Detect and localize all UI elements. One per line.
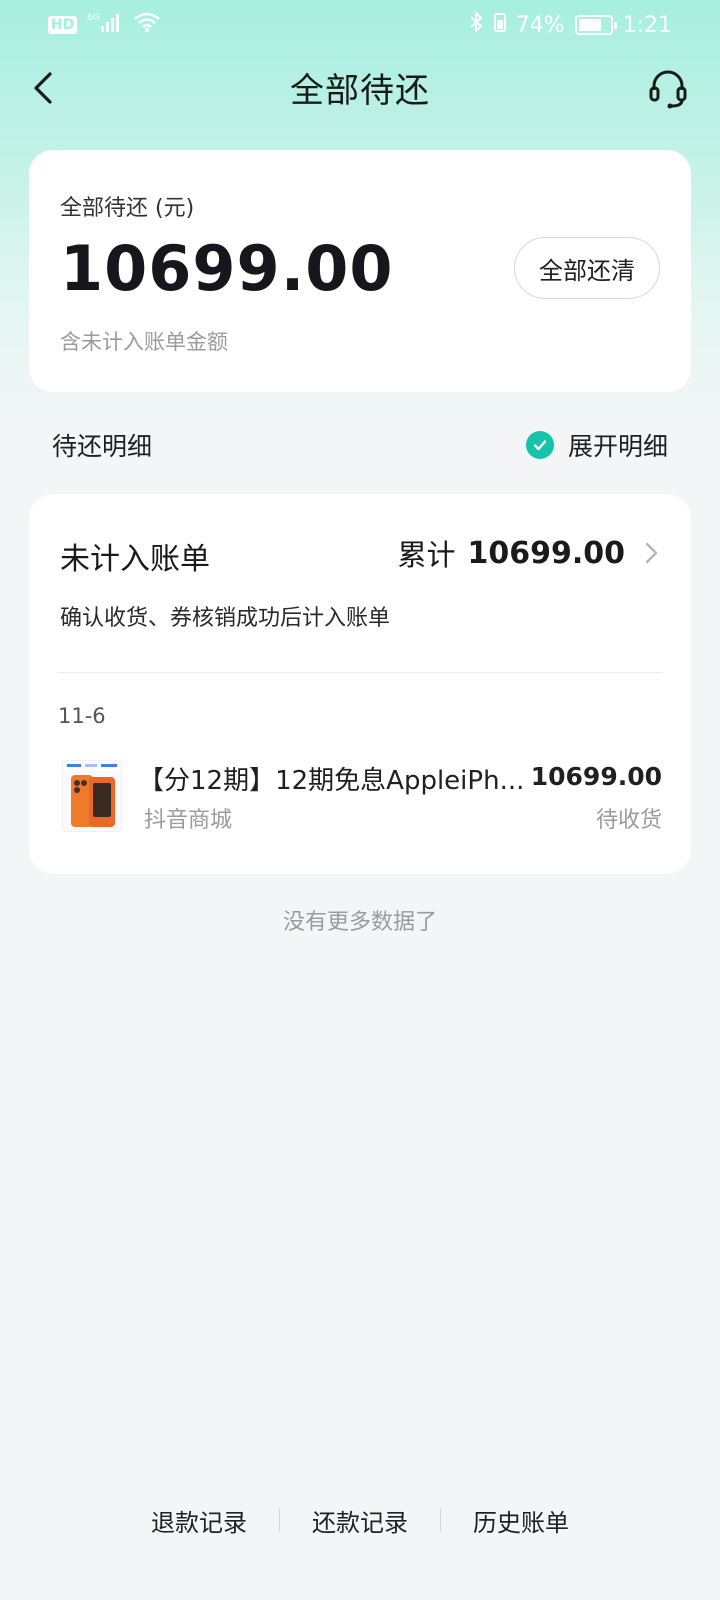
item-status: 待收货 [595, 808, 662, 833]
headset-icon [649, 70, 687, 109]
svg-text:6G: 6G [87, 13, 100, 23]
summary-label: 全部待还 (元) [60, 196, 195, 221]
unbilled-total-value: 10699.00 [467, 535, 625, 571]
check-icon [525, 431, 554, 459]
pay-all-button[interactable]: 全部还清 [514, 237, 660, 299]
expand-details-label: 展开明细 [567, 432, 668, 461]
unbilled-subtitle: 确认收货、券核销成功后计入账单 [60, 606, 391, 631]
phone-product-thumbnail [62, 760, 122, 832]
chevron-left-icon [34, 72, 52, 104]
expand-details-toggle[interactable]: 展开明细 [525, 427, 668, 463]
item-store: 抖音商城 [144, 808, 233, 833]
battery-icon [574, 15, 617, 35]
summary-note: 含未计入账单金额 [60, 330, 228, 354]
nav-bar: 全部待还 [0, 50, 720, 124]
item-amount: 10699.00 [530, 762, 662, 791]
total-due-amount: 10699.00 [60, 232, 394, 305]
footer-links: 退款记录 还款记录 历史账单 [0, 1500, 720, 1540]
detail-header: 待还明细 展开明细 [52, 420, 668, 470]
summary-card: 全部待还 (元) 10699.00 含未计入账单金额 全部还清 [29, 150, 691, 392]
battery-small-icon [493, 11, 506, 39]
unbilled-total-label: 累计 [397, 538, 456, 572]
divider [57, 672, 663, 673]
status-left: HD 6G [48, 11, 161, 39]
signal-6g-icon: 6G [87, 11, 123, 39]
item-name: 【分12期】12期免息AppleiPh... [138, 766, 525, 796]
order-item[interactable]: 【分12期】12期免息AppleiPh... 抖音商城 10699.00 待收货 [58, 756, 662, 836]
battery-percent: 74% [515, 12, 565, 38]
repayment-records-link[interactable]: 还款记录 [280, 1503, 440, 1538]
battery-fill [578, 19, 601, 31]
status-right: 74% 1:21 [468, 10, 672, 39]
detail-title: 待还明细 [52, 432, 153, 461]
order-date: 11-6 [58, 704, 106, 728]
page-title: 全部待还 [290, 70, 430, 111]
no-more-data-text: 没有更多数据了 [282, 910, 437, 935]
status-time: 1:21 [622, 12, 672, 38]
unbilled-total-link[interactable]: 累计 10699.00 [397, 532, 661, 574]
back-button[interactable] [26, 68, 66, 108]
chevron-right-icon [645, 542, 658, 564]
customer-service-button[interactable] [646, 66, 690, 110]
wifi-icon [133, 11, 161, 39]
unbilled-card: 未计入账单 累计 10699.00 确认收货、券核销成功后计入账单 11-6 【 [29, 494, 691, 874]
history-bills-link[interactable]: 历史账单 [441, 1503, 601, 1538]
status-bar: HD 6G 74% 1:21 [0, 0, 720, 50]
refund-records-link[interactable]: 退款记录 [119, 1503, 279, 1538]
hd-icon: HD [48, 16, 78, 34]
bluetooth-icon [468, 10, 484, 39]
unbilled-title: 未计入账单 [60, 542, 210, 577]
